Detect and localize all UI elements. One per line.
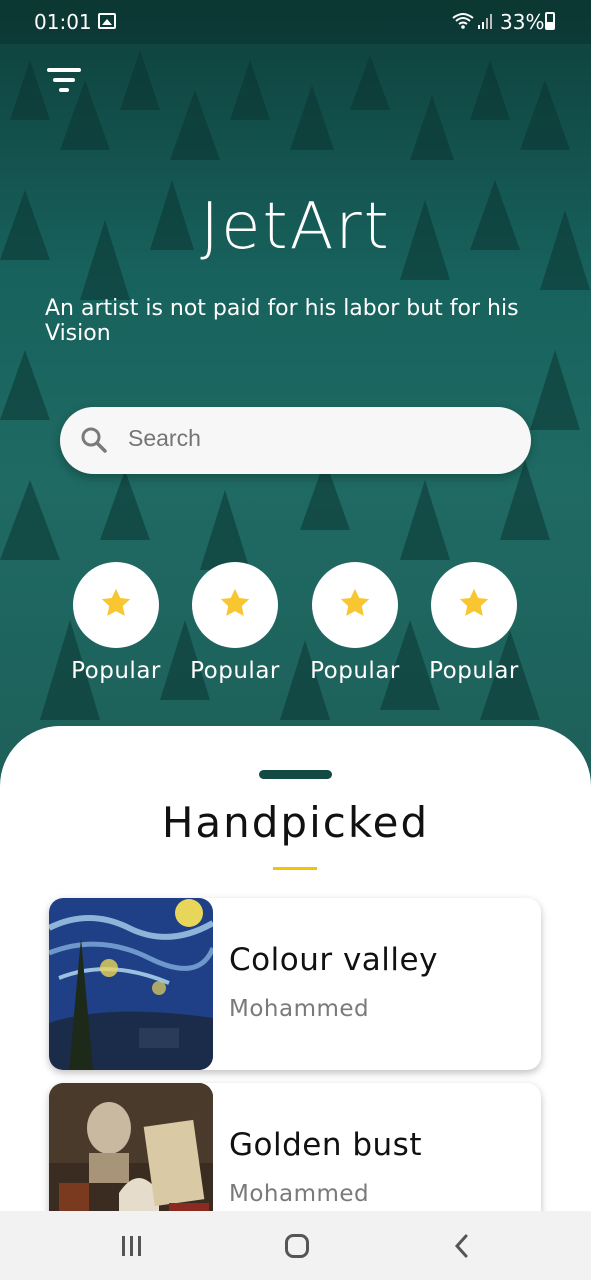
search-bar[interactable]: Search <box>60 407 531 474</box>
gallery-notification-icon <box>98 13 116 29</box>
app-title: JetArt <box>200 190 391 264</box>
signal-icon <box>478 14 492 29</box>
section-underline <box>273 867 317 870</box>
status-bar: 01:01 33% <box>0 0 591 44</box>
category-circle[interactable] <box>431 562 517 648</box>
artwork-artist: Mohammed <box>229 1181 370 1207</box>
star-icon <box>220 588 250 616</box>
home-icon[interactable] <box>284 1233 310 1259</box>
artwork-card[interactable]: Colour valley Mohammed <box>49 898 541 1070</box>
category-label: Popular <box>190 658 280 684</box>
category-label: Popular <box>429 658 519 684</box>
battery-percent: 33% <box>500 10 545 34</box>
filter-menu-icon[interactable] <box>47 66 83 94</box>
battery-icon <box>545 12 555 30</box>
category-circle[interactable] <box>192 562 278 648</box>
artwork-thumbnail <box>49 898 213 1070</box>
status-time: 01:01 <box>34 10 92 34</box>
wifi-icon <box>452 13 474 29</box>
category-popular-1[interactable]: Popular <box>61 562 171 684</box>
artwork-artist: Mohammed <box>229 996 370 1022</box>
category-circle[interactable] <box>312 562 398 648</box>
search-icon <box>81 427 107 453</box>
section-title: Handpicked <box>161 798 430 847</box>
back-icon[interactable] <box>452 1233 472 1259</box>
category-popular-4[interactable]: Popular <box>419 562 529 684</box>
sheet-drag-handle[interactable] <box>259 770 332 779</box>
star-icon <box>340 588 370 616</box>
star-icon <box>459 588 489 616</box>
artwork-title: Golden bust <box>229 1127 422 1163</box>
app-tagline: An artist is not paid for his labor but … <box>45 296 519 346</box>
artwork-title: Colour valley <box>229 942 438 978</box>
category-circle[interactable] <box>73 562 159 648</box>
category-label: Popular <box>71 658 161 684</box>
search-input[interactable]: Search <box>128 425 201 452</box>
category-label: Popular <box>310 658 400 684</box>
system-nav-bar <box>0 1211 591 1280</box>
star-icon <box>101 588 131 616</box>
recents-icon[interactable] <box>120 1233 144 1259</box>
category-popular-2[interactable]: Popular <box>180 562 290 684</box>
bottom-sheet: Handpicked Colour valley Mohammed Golden… <box>0 726 591 1280</box>
category-popular-3[interactable]: Popular <box>300 562 410 684</box>
